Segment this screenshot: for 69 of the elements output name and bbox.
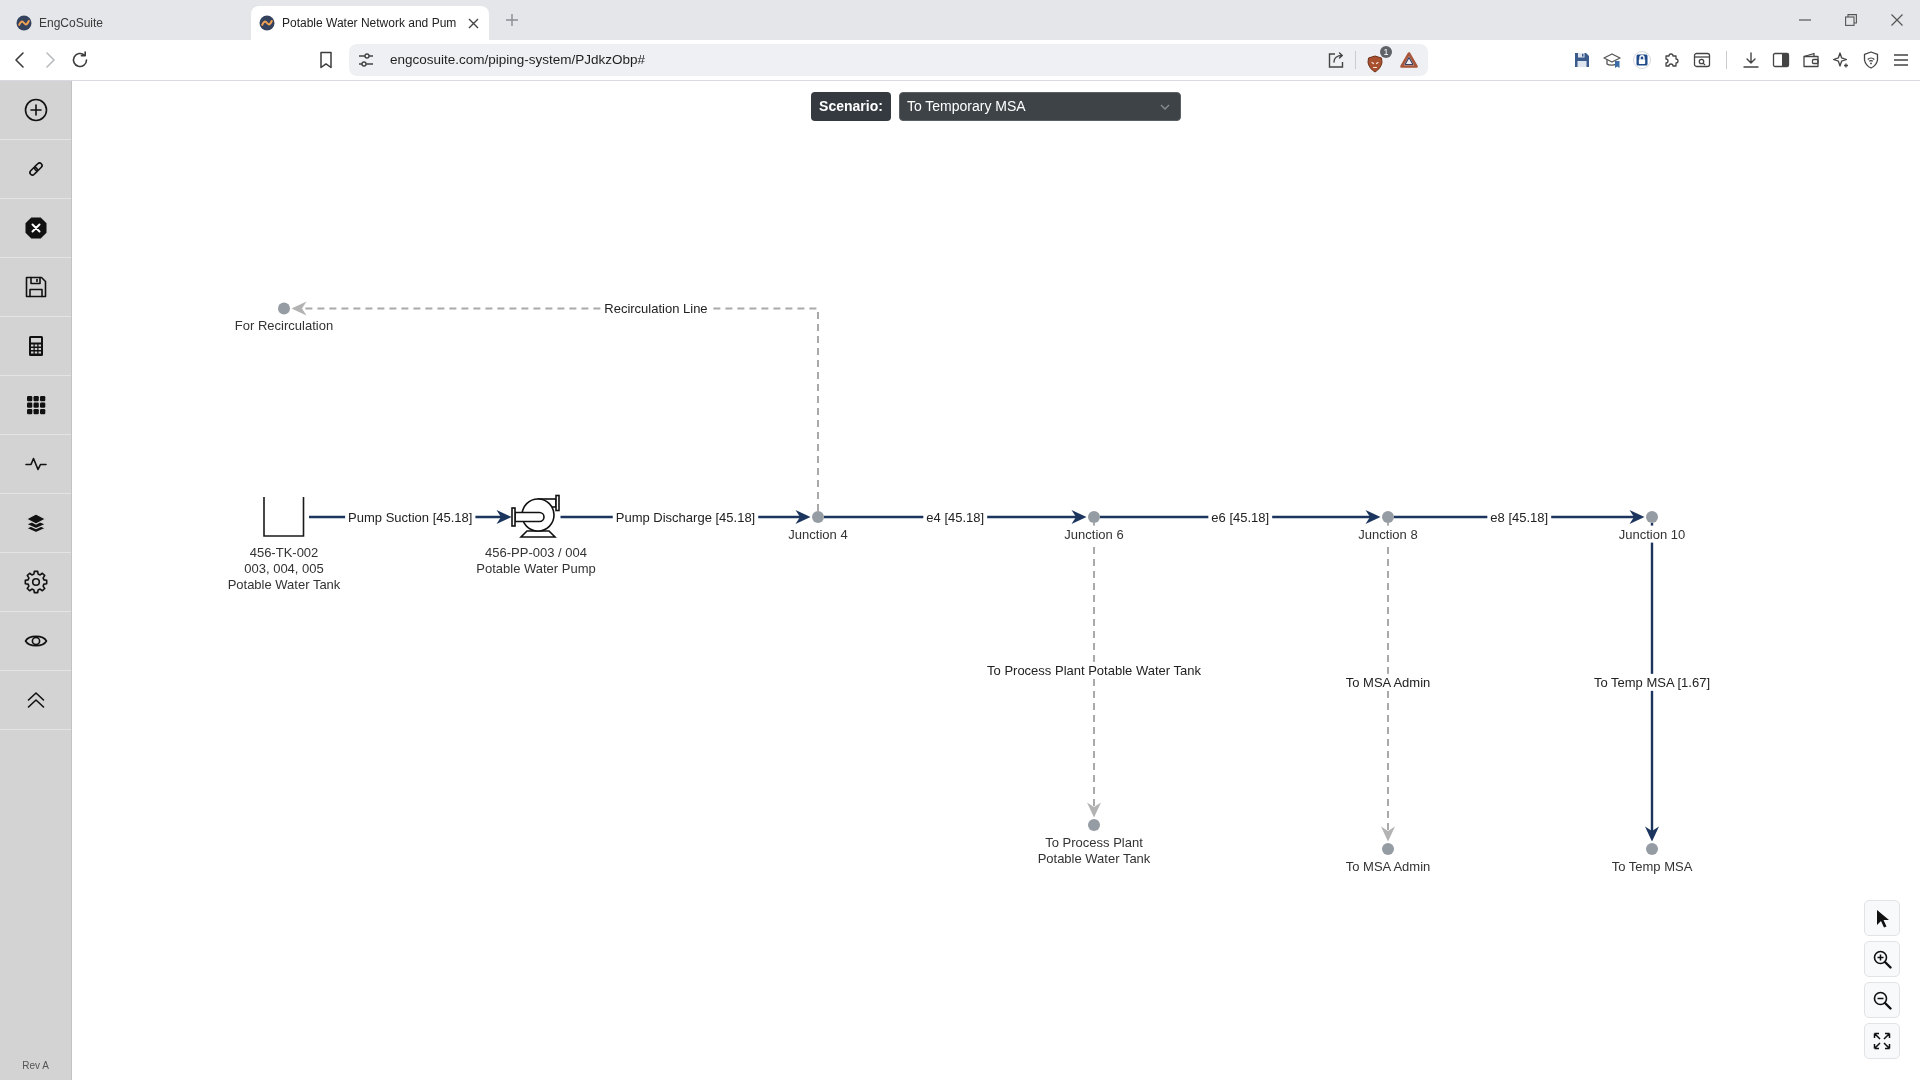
node-label: Junction 8 (1358, 526, 1418, 542)
zoom-out-button[interactable] (1864, 982, 1900, 1018)
download-icon[interactable] (1742, 51, 1760, 69)
pipe-label: e4 [45.18] (926, 509, 985, 525)
node-label: Junction 4 (788, 526, 848, 542)
pipe-label: Recirculation Line (604, 301, 708, 317)
node-label: To MSA Admin (1345, 858, 1431, 874)
scenario-dropdown[interactable]: To Temporary MSA (898, 92, 1181, 121)
count-badge: 1 (1380, 46, 1392, 58)
browser-tab[interactable]: EngCoSuite (8, 6, 246, 40)
fullscreen-button[interactable] (1864, 1023, 1900, 1059)
close-icon[interactable] (468, 17, 479, 29)
sparkle-icon[interactable] (1832, 51, 1850, 69)
sliders-icon[interactable] (357, 51, 375, 69)
node-label: Junction 6 (1064, 526, 1124, 542)
endpoint-node (1088, 819, 1100, 831)
endpoint-node (1646, 843, 1658, 855)
revision-label: Rev A (21, 1059, 50, 1073)
node-label: 456-TK-002 003, 004, 005 Potable Water Tank (227, 544, 341, 592)
pipe-label: To MSA Admin (1345, 674, 1431, 690)
zoom-out-icon (1872, 990, 1892, 1010)
pipe-label: To Temp MSA [1.67] (1593, 674, 1711, 690)
save-icon (23, 275, 48, 299)
restore-icon[interactable] (1845, 14, 1857, 26)
zoom-in-button[interactable] (1864, 941, 1900, 977)
pointer-button[interactable] (1864, 900, 1900, 936)
share-icon[interactable] (1327, 51, 1345, 69)
node-label: To Process Plant Potable Water Tank (1037, 834, 1151, 866)
pipe-label: To Process Plant Potable Water Tank (987, 662, 1201, 678)
pipe-label: Pump Suction [45.18] (348, 509, 473, 525)
puzzle-icon[interactable] (1663, 51, 1681, 69)
junction-node (1088, 511, 1100, 523)
mortarboard-icon[interactable] (1603, 51, 1621, 69)
endpoint-node (278, 302, 290, 315)
window-search-icon[interactable] (1693, 51, 1711, 69)
logo-icon (16, 15, 32, 31)
junction-node (1382, 511, 1394, 523)
url-field[interactable]: engcosuite.com/piping-system/PJdkzObp# (390, 49, 646, 71)
browser-tab[interactable]: Potable Water Network and Pum (251, 6, 489, 40)
logo-icon (259, 15, 275, 31)
expand-icon (1872, 1031, 1892, 1051)
pump-icon (511, 494, 560, 538)
pipe-label: e8 [45.18] (1490, 509, 1549, 525)
plus-circle-icon (23, 98, 48, 122)
endpoint-node (1382, 843, 1394, 855)
bookmark-icon[interactable] (317, 51, 335, 69)
reload-icon[interactable] (71, 51, 89, 69)
floppy-icon[interactable] (1573, 51, 1591, 69)
panel-icon[interactable] (1772, 51, 1790, 69)
shield-icon[interactable] (1366, 54, 1384, 73)
lock-icon[interactable] (1633, 51, 1651, 69)
close-icon[interactable] (1891, 14, 1903, 26)
node-label: 456-PP-003 / 004 Potable Water Pump (476, 544, 596, 576)
zoom-in-icon (1872, 949, 1892, 969)
junction-node (812, 511, 824, 523)
pipe-label: e6 [45.18] (1211, 509, 1270, 525)
junction-node (1646, 511, 1658, 523)
triangle-icon[interactable] (1400, 51, 1418, 69)
wallet-icon[interactable] (1802, 51, 1820, 69)
tank-icon (263, 496, 305, 537)
scenario-label: Scenario: (811, 92, 891, 121)
octagon-x-icon (23, 216, 48, 240)
menu-icon[interactable] (1892, 51, 1910, 69)
wifi-shield-icon[interactable] (1862, 51, 1880, 69)
node-label: For Recirculation (234, 318, 334, 334)
pipe-label: Pump Discharge [45.18] (615, 509, 756, 525)
node-label: To Temp MSA (1611, 858, 1693, 874)
node-label: Junction 10 (1618, 526, 1686, 542)
gear-icon (23, 570, 48, 594)
